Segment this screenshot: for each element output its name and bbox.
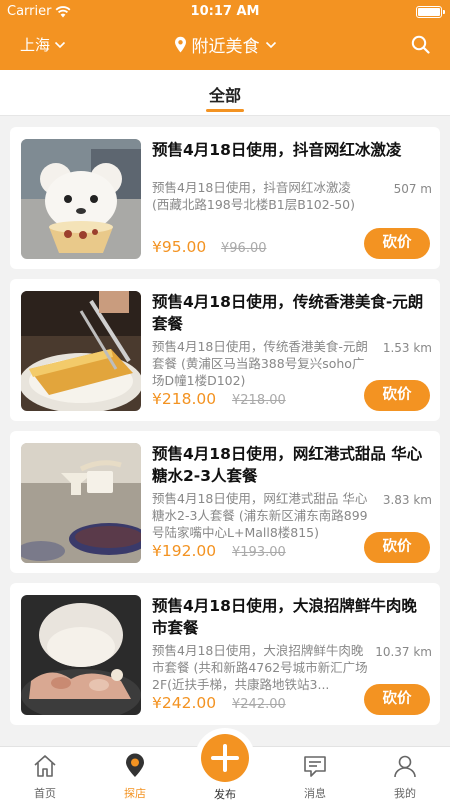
battery-icon [416,6,445,18]
list-item[interactable]: 预售4月18日使用，大浪招牌鲜牛肉晚市套餐 预售4月18日使用，大浪招牌鲜牛肉晚… [10,583,440,725]
search-icon[interactable] [411,35,430,54]
nav-bar: 上海 附近美食 [0,28,450,64]
bargain-button[interactable]: 砍价 [364,684,430,715]
item-price: ¥242.00 [152,694,217,712]
item-title: 预售4月18日使用，抖音网红冰激凌 [152,141,402,159]
item-description: 预售4月18日使用，大浪招牌鲜牛肉晚市套餐 (共和新路4762号城市新汇广场2F… [152,643,368,692]
status-time: 10:17 AM [190,4,260,19]
item-title: 预售4月18日使用，网红港式甜品 华心糖水2-3人套餐 [152,445,423,485]
explore-icon [126,753,144,777]
category-selector[interactable]: 附近美食 [0,32,450,57]
item-original-price: ¥242.00 [232,697,286,712]
tab-indicator [206,109,244,112]
tab-all[interactable]: 全部 [0,82,450,106]
bargain-button[interactable]: 砍价 [364,532,430,563]
bargain-button[interactable]: 砍价 [364,380,430,411]
item-original-price: ¥96.00 [221,241,267,256]
item-distance: 1.53 km [382,341,432,355]
item-distance: 10.37 km [375,645,432,659]
tab-mine[interactable]: 我的 [370,747,440,800]
item-description: 预售4月18日使用，传统香港美食-元朗套餐 (黄浦区马当路388号复兴soho广… [152,339,368,388]
list-item[interactable]: 预售4月18日使用，网红港式甜品 华心糖水2-3人套餐 预售4月18日使用，网红… [10,431,440,573]
tab-messages-label: 消息 [304,787,326,800]
tab-mine-label: 我的 [394,787,416,800]
publish-button[interactable] [201,734,249,782]
item-title: 预售4月18日使用，传统香港美食-元朗套餐 [152,293,424,333]
bargain-button[interactable]: 砍价 [364,228,430,259]
user-icon [394,755,416,778]
chevron-down-icon [265,41,276,48]
item-distance: 3.83 km [382,493,432,507]
item-image [21,443,141,563]
item-image [21,139,141,259]
item-image [21,595,141,715]
message-icon [304,756,326,777]
item-title: 预售4月18日使用，大浪招牌鲜牛肉晚市套餐 [152,597,417,637]
tab-bar: 全部 [0,70,450,116]
list-item[interactable]: 预售4月18日使用，抖音网红冰激凌 预售4月18日使用，抖音网红冰激凌 (西藏北… [10,127,440,269]
header: Carrier 10:17 AM 上海 附近美食 [0,0,450,70]
home-icon [34,755,56,777]
item-distance: 507 m [393,182,432,196]
tab-messages[interactable]: 消息 [280,747,350,800]
tab-explore-label: 探店 [124,787,146,800]
location-pin-icon [174,36,186,53]
shop-list: 预售4月18日使用，抖音网红冰激凌 预售4月18日使用，抖音网红冰激凌 (西藏北… [0,116,450,746]
plus-icon [211,744,239,772]
item-price: ¥95.00 [152,238,207,256]
page-title: 附近美食 [191,37,260,57]
item-description: 预售4月18日使用，抖音网红冰激凌 (西藏北路198号北楼B1层B102-50) [152,180,355,212]
tab-home-label: 首页 [34,787,56,800]
tab-home[interactable]: 首页 [10,747,80,800]
item-price: ¥192.00 [152,542,217,560]
item-image [21,291,141,411]
item-original-price: ¥218.00 [232,393,286,408]
publish-label: 发布 [214,788,236,800]
tab-explore[interactable]: 探店 [100,747,170,800]
item-description: 预售4月18日使用，网红港式甜品 华心糖水2-3人套餐 (浦东新区浦东南路899… [152,491,368,540]
item-price: ¥218.00 [152,390,217,408]
item-original-price: ¥193.00 [232,545,286,560]
list-item[interactable]: 预售4月18日使用，传统香港美食-元朗套餐 预售4月18日使用，传统香港美食-元… [10,279,440,421]
status-bar: Carrier 10:17 AM [0,0,450,24]
